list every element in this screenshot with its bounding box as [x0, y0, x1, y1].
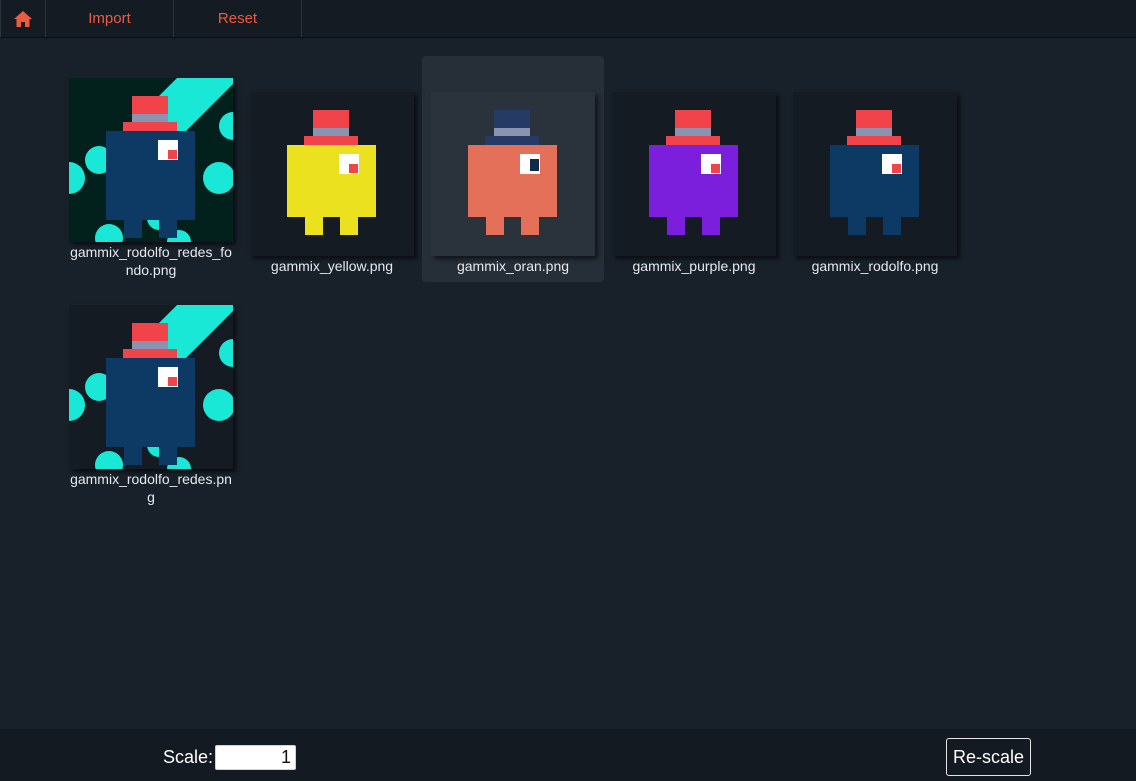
image-caption: gammix_purple.png — [632, 258, 756, 274]
image-tile[interactable]: gammix_oran.png — [422, 56, 604, 282]
image-caption: gammix_yellow.png — [270, 258, 394, 274]
image-tile[interactable]: gammix_purple.png — [603, 83, 785, 283]
home-button[interactable] — [0, 0, 46, 37]
image-caption: gammix_rodolfo.png — [811, 258, 939, 274]
scale-input[interactable] — [215, 745, 296, 770]
image-thumbnail — [69, 78, 233, 242]
image-thumbnail — [250, 92, 414, 256]
image-thumbnail — [69, 305, 233, 469]
reset-button[interactable]: Reset — [174, 0, 302, 37]
top-toolbar: Import Reset — [0, 0, 1136, 38]
home-icon — [13, 10, 33, 28]
image-caption: gammix_rodolfo_redes_fondo.png — [70, 244, 232, 278]
image-thumbnail — [612, 92, 776, 256]
image-caption: gammix_rodolfo_redes.png — [70, 471, 232, 505]
image-tile[interactable]: gammix_rodolfo_redes.png — [60, 296, 242, 516]
image-grid: gammix_rodolfo_redes_fondo.png gammix_ye… — [0, 39, 1136, 729]
bottom-bar: Scale: Re-scale — [0, 729, 1136, 781]
rescale-button[interactable]: Re-scale — [946, 738, 1031, 776]
scale-label: Scale: — [163, 747, 214, 767]
image-thumbnail — [431, 92, 595, 256]
image-tile[interactable]: gammix_yellow.png — [241, 83, 423, 283]
image-tile[interactable]: gammix_rodolfo_redes_fondo.png — [60, 69, 242, 289]
image-thumbnail — [793, 92, 957, 256]
image-caption: gammix_oran.png — [456, 258, 570, 274]
image-tile[interactable]: gammix_rodolfo.png — [784, 83, 966, 283]
import-button[interactable]: Import — [46, 0, 174, 37]
